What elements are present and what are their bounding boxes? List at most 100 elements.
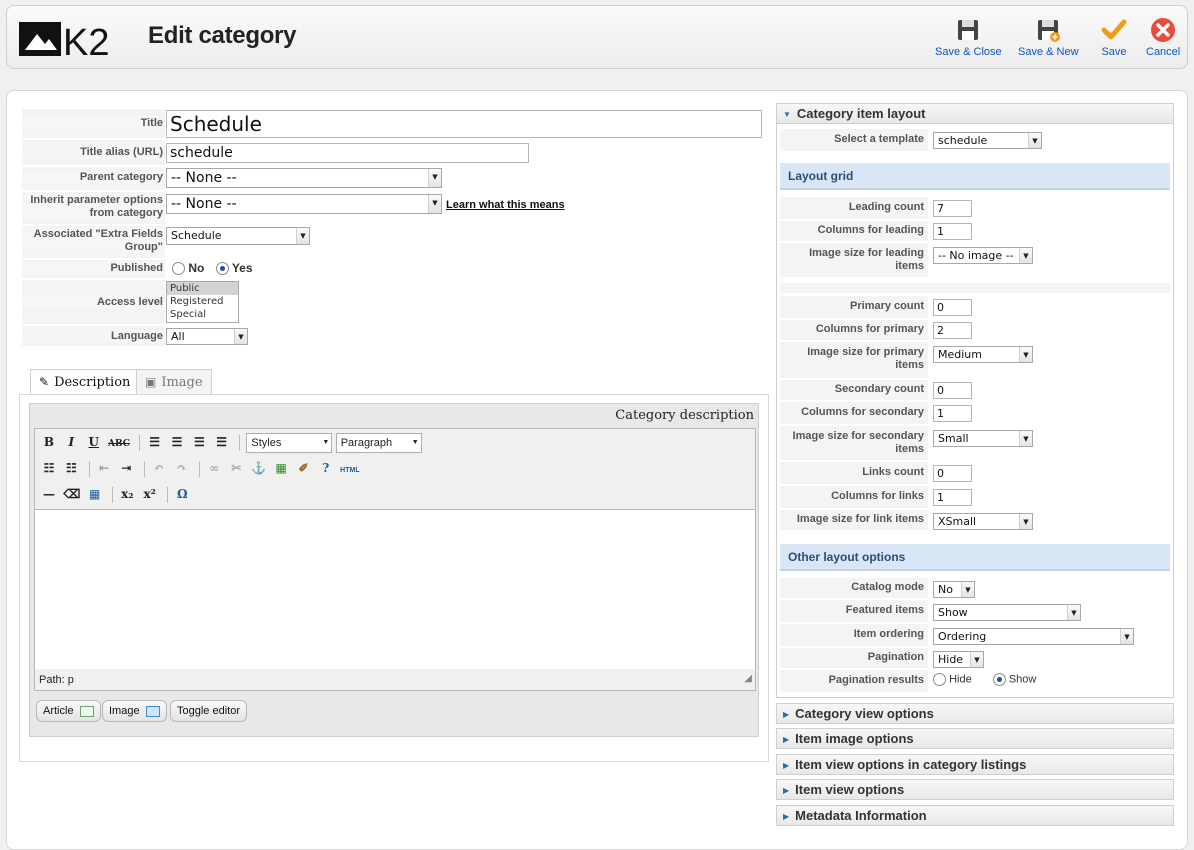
toolbar-separator: [112, 486, 113, 503]
toolbar-row-1: B I U ABC ☰ ☰ ☰ ☰ Styles ▼ Paragraph ▼: [41, 433, 422, 453]
save-button[interactable]: Save: [1100, 16, 1128, 58]
subscript-icon[interactable]: x₂: [119, 485, 135, 503]
k2-logo: K2: [19, 22, 109, 60]
editor-frame: B I U ABC ☰ ☰ ☰ ☰ Styles ▼ Paragraph ▼ ☷…: [34, 428, 756, 688]
cancel-button[interactable]: Cancel: [1146, 16, 1180, 58]
cleanup-icon[interactable]: ✐: [295, 459, 311, 477]
horizontal-rule-icon[interactable]: —: [41, 485, 57, 503]
accordion-title: Metadata Information: [795, 808, 927, 823]
access-listbox[interactable]: Public Registered Special: [166, 281, 239, 323]
table-icon[interactable]: ▦: [87, 485, 103, 503]
align-center-icon[interactable]: ☰: [169, 433, 185, 451]
insert-image-icon[interactable]: ▦: [273, 459, 289, 477]
accordion-item-view-options[interactable]: ▶ Item view options: [776, 779, 1174, 800]
ordering-select[interactable]: Ordering ▼: [933, 628, 1134, 645]
eraser-icon[interactable]: ⌫: [63, 485, 80, 503]
published-yes-radio[interactable]: [215, 262, 229, 276]
access-label: Access level: [22, 296, 163, 309]
accordion-category-item-layout[interactable]: ▼ Category item layout: [776, 103, 1174, 124]
published-no-radio[interactable]: [172, 262, 185, 276]
special-char-icon[interactable]: Ω: [174, 485, 190, 503]
accordion-metadata-information[interactable]: ▶ Metadata Information: [776, 805, 1174, 826]
catalog-mode-select[interactable]: No ▼: [933, 581, 975, 598]
tab-description[interactable]: ✎ Description: [30, 369, 140, 395]
pag-show-radio[interactable]: [992, 673, 1006, 686]
learn-link[interactable]: Learn what this means: [446, 199, 565, 211]
save-close-button[interactable]: Save & Close: [935, 16, 1002, 58]
redo-icon[interactable]: ↷: [173, 459, 189, 477]
image-button[interactable]: Image: [102, 700, 167, 722]
parent-select[interactable]: -- None -- ▼: [166, 168, 442, 188]
columns-secondary-input[interactable]: 1: [933, 405, 972, 422]
floppy-icon: [958, 20, 979, 40]
anchor-icon[interactable]: ⚓: [251, 459, 267, 477]
published-yes-label: Yes: [231, 261, 253, 275]
imgsize-links-select[interactable]: XSmall ▼: [933, 513, 1033, 530]
columns-primary-input[interactable]: 2: [933, 322, 972, 339]
italic-icon[interactable]: I: [63, 433, 79, 451]
align-left-icon[interactable]: ☰: [147, 433, 163, 451]
editor-path: Path: p ◢: [34, 669, 756, 691]
bold-icon[interactable]: B: [41, 433, 57, 451]
inherit-select[interactable]: -- None -- ▼: [166, 194, 442, 214]
styles-select[interactable]: Styles ▼: [246, 433, 333, 453]
access-option[interactable]: Special: [167, 308, 238, 321]
align-right-icon[interactable]: ☰: [191, 433, 207, 451]
toolbar-separator: [139, 434, 141, 451]
imgsize-secondary-select[interactable]: Small ▼: [933, 430, 1033, 447]
secondary-count-input[interactable]: 0: [933, 382, 972, 399]
numbered-list-icon[interactable]: ☷: [63, 459, 79, 477]
superscript-icon[interactable]: x²: [142, 485, 158, 503]
toggle-editor-button[interactable]: Toggle editor: [170, 700, 247, 722]
resize-handle-icon[interactable]: ◢: [744, 668, 752, 690]
tab-image[interactable]: ▣ Image: [136, 369, 212, 394]
template-select[interactable]: schedule ▼: [933, 132, 1042, 149]
pag-hide-radio[interactable]: [933, 673, 946, 686]
strikethrough-icon[interactable]: ABC: [108, 435, 130, 453]
chevron-down-icon: ▼: [970, 652, 983, 667]
unlink-icon[interactable]: ✂: [228, 459, 244, 477]
bullet-list-icon[interactable]: ☷: [41, 459, 57, 477]
extra-fields-select[interactable]: Schedule ▼: [166, 227, 310, 245]
parent-value: -- None --: [171, 170, 237, 186]
access-option[interactable]: Registered: [167, 295, 238, 308]
language-select[interactable]: All ▼: [166, 328, 248, 345]
pagination-select[interactable]: Hide ▼: [933, 651, 984, 668]
help-icon[interactable]: ?: [318, 459, 334, 477]
chevron-down-icon: ▼: [296, 228, 309, 244]
image-icon: [145, 705, 160, 717]
title-input[interactable]: Schedule: [166, 110, 762, 138]
save-new-button[interactable]: Save & New: [1018, 16, 1079, 58]
links-count-input[interactable]: 0: [933, 465, 972, 482]
accordion-item-image-options[interactable]: ▶ Item image options: [776, 728, 1174, 749]
underline-icon[interactable]: U: [86, 433, 102, 451]
chevron-down-icon: ▼: [428, 169, 441, 187]
chevron-down-icon: ▼: [322, 439, 330, 446]
alias-input[interactable]: schedule: [166, 143, 529, 163]
indent-icon[interactable]: ⇥: [118, 459, 134, 477]
columns-leading-input[interactable]: 1: [933, 223, 972, 240]
cancel-label: Cancel: [1146, 46, 1181, 58]
pag-hide-label: Hide: [949, 673, 972, 686]
caret-right-icon: ▶: [783, 786, 790, 796]
leading-count-input[interactable]: 7: [933, 200, 972, 217]
html-icon[interactable]: HTML: [340, 462, 359, 480]
access-option[interactable]: Public: [167, 282, 238, 295]
primary-count-input[interactable]: 0: [933, 299, 972, 316]
accordion-category-view-options[interactable]: ▶ Category view options: [776, 703, 1174, 724]
featured-select[interactable]: Show ▼: [933, 604, 1081, 621]
floppy-add-icon: [1038, 20, 1061, 42]
article-button[interactable]: Article: [36, 700, 101, 722]
format-select[interactable]: Paragraph ▼: [335, 433, 422, 453]
accordion-item-view-options-listings[interactable]: ▶ Item view options in category listings: [776, 754, 1174, 775]
editor-content[interactable]: [35, 509, 755, 687]
undo-icon[interactable]: ↶: [151, 459, 167, 477]
imgsize-secondary-label: Image size for secondary items: [792, 430, 924, 455]
imgsize-primary-select[interactable]: Medium ▼: [933, 346, 1033, 363]
link-icon[interactable]: ∞: [206, 459, 222, 477]
imgsize-leading-select[interactable]: -- No image -- ▼: [933, 247, 1033, 264]
outdent-icon[interactable]: ⇤: [96, 459, 112, 477]
columns-links-input[interactable]: 1: [933, 489, 972, 506]
published-group: No Yes: [172, 261, 253, 276]
align-justify-icon[interactable]: ☰: [214, 433, 230, 451]
